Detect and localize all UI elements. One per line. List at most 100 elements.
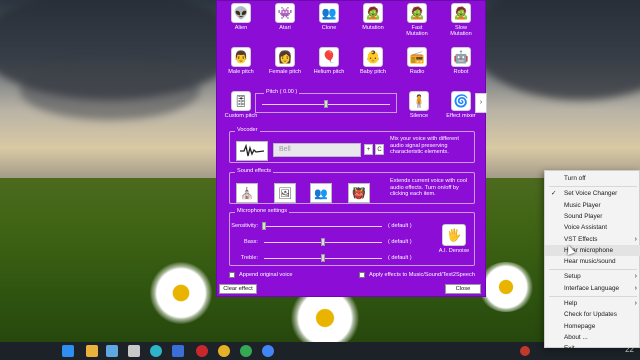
effect-button-helium-balloon[interactable]: 🎈 Helium pitch (309, 47, 349, 75)
effect-label: Alien (234, 25, 248, 31)
scroll-effects-button[interactable]: › (475, 93, 487, 113)
menu-item-sound-player[interactable]: Sound Player (545, 211, 640, 222)
effect-button-clone[interactable]: 👥 Clone (309, 3, 349, 31)
mic-default-label: ( default ) (388, 255, 412, 261)
mic-slider-label: Treble: (240, 255, 258, 261)
menu-item-voice-assistant[interactable]: Voice Assistant (545, 222, 640, 233)
menu-item-homepage[interactable]: Homepage (545, 321, 640, 332)
custom-pitch-label: Custom pitch (224, 113, 258, 119)
menu-item-label: Turn off (564, 175, 586, 182)
voice-changer-window: 👽 Alien 👾 Atari 👥 Clone 🧟 Mutation 🧟 Fast Mutatio… (216, 0, 487, 297)
vocoder-voice-select[interactable]: Bell (273, 143, 361, 157)
effect-label: Clone (321, 25, 337, 31)
effect-button-radio[interactable]: 📻 Radio (397, 47, 437, 75)
menu-item-setup[interactable]: Setup › (545, 271, 640, 282)
silence-icon: 🧍 (409, 91, 429, 111)
photos-icon[interactable] (106, 345, 118, 357)
robot-icon: 🤖 (451, 47, 471, 67)
effect-button-baby-face[interactable]: 👶 Baby pitch (353, 47, 393, 75)
effect-label: Male pitch (228, 69, 254, 75)
sfx-church-button[interactable]: ⛪ (236, 183, 258, 203)
mic-slider-thumb[interactable] (321, 238, 325, 246)
radio-icon: 📻 (407, 47, 427, 67)
menu-item-vst-effects[interactable]: VST Effects › (545, 234, 640, 245)
crowd-icon: 👥 (314, 187, 328, 200)
mic-default-label: ( default ) (388, 223, 412, 229)
effect-button-female-face[interactable]: 👩 Female pitch (265, 47, 305, 75)
effect-label: Fast Mutation (406, 25, 428, 38)
sfx-monster-button[interactable]: 👹 (348, 183, 370, 203)
slow-mutation-icon: 🧟 (451, 3, 471, 23)
sfx-crowd-button[interactable]: 👥 (310, 183, 332, 203)
menu-item-label: Hear music/sound (564, 258, 616, 266)
effect-button-alien[interactable]: 👽 Alien (221, 3, 261, 31)
pitch-group: Pitch ( 0.00 ) (255, 89, 397, 113)
effect-label: Radio (409, 69, 425, 75)
close-button[interactable]: Close (445, 284, 481, 294)
microphone-settings-group: Microphone settings Sensitivity: ( defaul… (229, 208, 475, 266)
effect-button-slow-mutation[interactable]: 🧟 Slow Mutation (441, 3, 481, 38)
menu-item-label: Interface Language (564, 284, 620, 292)
clear-effect-button[interactable]: Clear effect (219, 284, 257, 294)
vocoder-clear-button[interactable]: C (375, 144, 384, 155)
menu-item-music-player[interactable]: Music Player (545, 200, 640, 211)
chrome-icon[interactable] (262, 345, 274, 357)
mic-default-label: ( default ) (388, 239, 412, 245)
effect-label: Slow Mutation (450, 25, 472, 38)
settings-icon[interactable] (128, 345, 140, 357)
menu-item-turn-off[interactable]: Turn off (545, 173, 640, 184)
effect-label: Female pitch (268, 69, 302, 75)
append-original-checkbox[interactable] (229, 272, 235, 278)
effect-button-mutation[interactable]: 🧟 Mutation (353, 3, 393, 31)
file-explorer-icon[interactable] (86, 345, 98, 357)
mic-slider-thumb[interactable] (321, 254, 325, 262)
menu-separator (549, 268, 637, 270)
menu-item-label: About ... (564, 333, 588, 341)
mic-slider-thumb[interactable] (262, 222, 266, 230)
start-icon[interactable] (62, 345, 74, 357)
store-icon[interactable] (172, 345, 184, 357)
menu-item-exit[interactable]: Exit (545, 343, 640, 354)
vocoder-wave-button[interactable] (236, 141, 268, 161)
menu-separator (549, 185, 637, 187)
apply-effects-checkbox[interactable] (359, 272, 365, 278)
apply-effects-label: Apply effects to Music/Sound/Text2Speech (369, 272, 475, 278)
chrome-icon[interactable] (218, 345, 230, 357)
menu-item-label: Set Voice Changer (564, 190, 618, 198)
effect-button-male-face[interactable]: 👨 Male pitch (221, 47, 261, 75)
effect-label: Baby pitch (359, 69, 387, 75)
effect-button-atari[interactable]: 👾 Atari (265, 3, 305, 31)
vocoder-add-button[interactable]: + (364, 144, 373, 155)
alien-icon: 👽 (231, 3, 251, 23)
opera-icon[interactable] (196, 345, 208, 357)
menu-item-label: Help (564, 300, 578, 307)
menu-item-hear-music-sound[interactable]: Hear music/sound (545, 256, 640, 267)
tray-app-icon[interactable] (520, 346, 530, 356)
pitch-slider-thumb[interactable] (324, 100, 328, 108)
sound-effects-group: Sound effects ⛪ 🖼 👥 👹 Extends current vo… (229, 168, 475, 204)
submenu-arrow-icon: › (634, 284, 637, 292)
chrome-icon[interactable] (240, 345, 252, 357)
submenu-arrow-icon: › (634, 235, 637, 243)
mic-slider-track[interactable] (264, 226, 382, 227)
menu-item-label: Check for Updates (564, 311, 617, 319)
custom-pitch-icon: 🎚 (231, 91, 251, 111)
vocoder-description: Mix your voice with different audio sign… (390, 136, 459, 156)
effect-mixer-label: Effect mixer (446, 113, 476, 119)
menu-item-hear-microphone[interactable]: Hear microphone (545, 244, 640, 256)
effect-button-robot[interactable]: 🤖 Robot (441, 47, 481, 75)
menu-item-help[interactable]: Help › (545, 298, 640, 309)
menu-item-about[interactable]: About ... (545, 332, 640, 343)
ai-denoise-button[interactable]: 🖐 A.I. Denoise (434, 224, 474, 254)
mixer-spiral-icon: 🌀 (451, 91, 471, 111)
menu-item-interface-language[interactable]: Interface Language › (545, 283, 640, 294)
menu-item-set-voice-changer[interactable]: ✓ Set Voice Changer (545, 188, 640, 199)
menu-item-check-for-updates[interactable]: Check for Updates (545, 309, 640, 320)
wallpaper-daisy (478, 262, 534, 312)
silence-button[interactable]: 🧍 Silence (399, 91, 439, 119)
female-face-icon: 👩 (275, 47, 295, 67)
sfx-frame-button[interactable]: 🖼 (274, 183, 296, 203)
effect-button-fast-mutation[interactable]: 🧟 Fast Mutation (397, 3, 437, 38)
frame-icon: 🖼 (278, 187, 292, 200)
edge-icon[interactable] (150, 345, 162, 357)
